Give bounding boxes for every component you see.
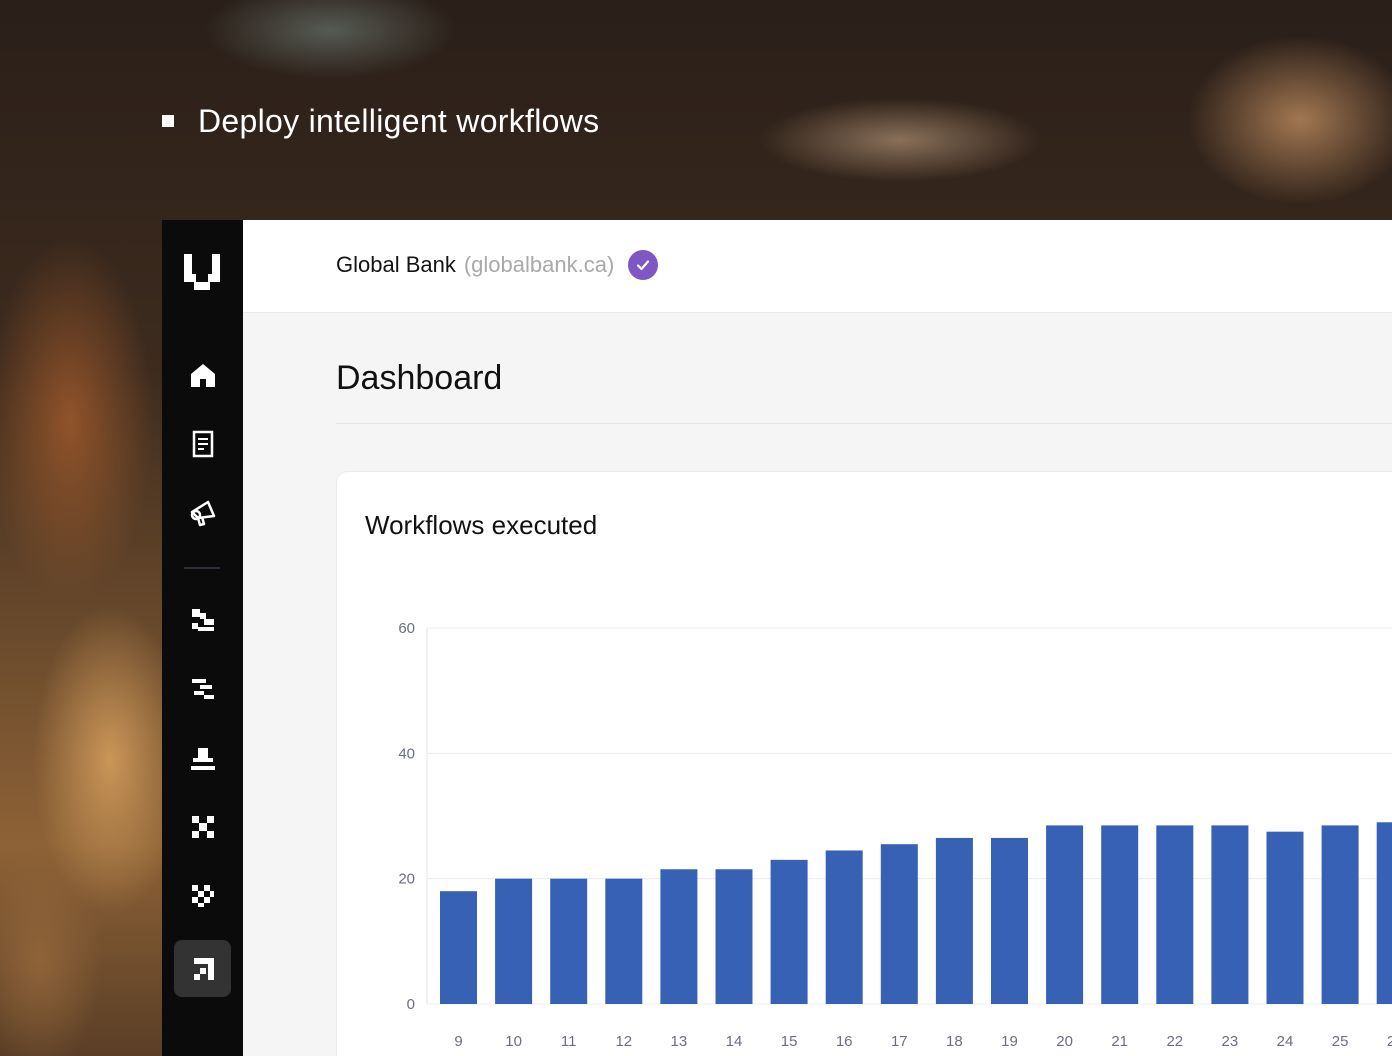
sidebar-divider (184, 567, 220, 569)
bar-15[interactable] (770, 859, 808, 1004)
x-tick-label: 15 (781, 1033, 798, 1050)
x-tick-label: 26 (1387, 1033, 1392, 1050)
sidebar-item-tool-6[interactable] (174, 940, 231, 997)
pixel-grid-icon (191, 608, 214, 631)
x-tick-label: 10 (505, 1033, 522, 1050)
x-tick-label: 20 (1056, 1033, 1073, 1050)
sidebar-item-campaigns[interactable] (174, 484, 231, 541)
sidebar-item-tool-2[interactable] (174, 660, 231, 717)
organization-switcher[interactable]: Global Bank (globalbank.ca) (336, 250, 659, 280)
app-window: Global Bank (globalbank.ca) Dashboard Wo… (162, 220, 1392, 1056)
x-tick-label: 24 (1277, 1033, 1294, 1050)
bullet-marker (162, 115, 174, 127)
x-tick-label: 23 (1222, 1033, 1239, 1050)
x-tick-label: 16 (836, 1033, 853, 1050)
bar-23[interactable] (1211, 825, 1249, 1004)
sidebar-item-home[interactable] (174, 346, 231, 403)
bar-13[interactable] (660, 869, 698, 1004)
pixel-arrow-icon (193, 957, 214, 980)
pixel-cross-icon (191, 815, 214, 838)
megaphone-icon (190, 500, 215, 526)
bar-17[interactable] (880, 844, 918, 1004)
sidebar-item-tool-3[interactable] (174, 729, 231, 786)
y-tick-label: 40 (398, 745, 415, 762)
feature-bullet: Deploy intelligent workflows (162, 100, 599, 142)
bar-16[interactable] (825, 850, 863, 1004)
x-tick-label: 19 (1001, 1033, 1018, 1050)
bar-11[interactable] (550, 878, 588, 1004)
main-content: Dashboard Workflows executed 0 20 40 60 9 10 1… (243, 313, 1392, 1056)
home-icon (190, 363, 215, 387)
x-tick-label: 11 (561, 1033, 577, 1050)
sidebar (162, 220, 243, 1056)
x-tick-label: 22 (1166, 1033, 1183, 1050)
sidebar-item-documents[interactable] (174, 415, 231, 472)
x-tick-label: 14 (726, 1033, 743, 1050)
y-tick-label: 60 (398, 620, 415, 637)
pixel-steps-icon (191, 678, 214, 699)
organization-name: Global Bank (336, 252, 456, 277)
brand-logo-icon (184, 254, 220, 290)
bar-20[interactable] (1046, 825, 1084, 1004)
title-divider (336, 423, 1392, 424)
x-tick-label: 18 (946, 1033, 963, 1050)
bar-9[interactable] (440, 891, 477, 1004)
x-tick-label: 25 (1332, 1033, 1349, 1050)
x-tick-label: 17 (891, 1033, 908, 1050)
x-tick-label: 12 (615, 1033, 632, 1050)
sidebar-item-tool-1[interactable] (174, 591, 231, 648)
top-header: Global Bank (globalbank.ca) (243, 220, 1392, 313)
workflows-chart-card: Workflows executed 0 20 40 60 9 10 11 12 13 14 15 1… (336, 471, 1392, 1056)
pixel-checker-icon (191, 884, 214, 907)
bar-21[interactable] (1101, 825, 1139, 1004)
organization-domain: (globalbank.ca) (463, 252, 615, 277)
pixel-stamp-icon (190, 747, 215, 770)
bar-25[interactable] (1321, 825, 1359, 1004)
sidebar-item-tool-4[interactable] (174, 798, 231, 855)
x-tick-label: 21 (1111, 1033, 1128, 1050)
page-title: Dashboard (336, 359, 503, 397)
bar-14[interactable] (715, 869, 753, 1004)
document-icon (192, 430, 213, 457)
bar-19[interactable] (991, 837, 1028, 1004)
x-tick-label: 9 (454, 1033, 462, 1050)
y-tick-label: 20 (398, 871, 415, 888)
sidebar-item-tool-5[interactable] (174, 867, 231, 924)
bar-18[interactable] (935, 837, 973, 1004)
x-tick-label: 13 (671, 1033, 688, 1050)
bar-12[interactable] (605, 878, 643, 1004)
bar-26[interactable] (1376, 822, 1392, 1004)
workflows-bar-chart: 0 20 40 60 9 10 11 12 13 14 15 16 17 18 19 20 21 22 23 24 25… (398, 620, 1392, 1050)
bar-24[interactable] (1266, 831, 1304, 1004)
y-tick-label: 0 (407, 996, 415, 1013)
bar-22[interactable] (1156, 825, 1194, 1004)
bar-10[interactable] (495, 878, 533, 1004)
feature-bullet-text: Deploy intelligent workflows (198, 102, 600, 139)
verified-check-icon (628, 250, 659, 280)
